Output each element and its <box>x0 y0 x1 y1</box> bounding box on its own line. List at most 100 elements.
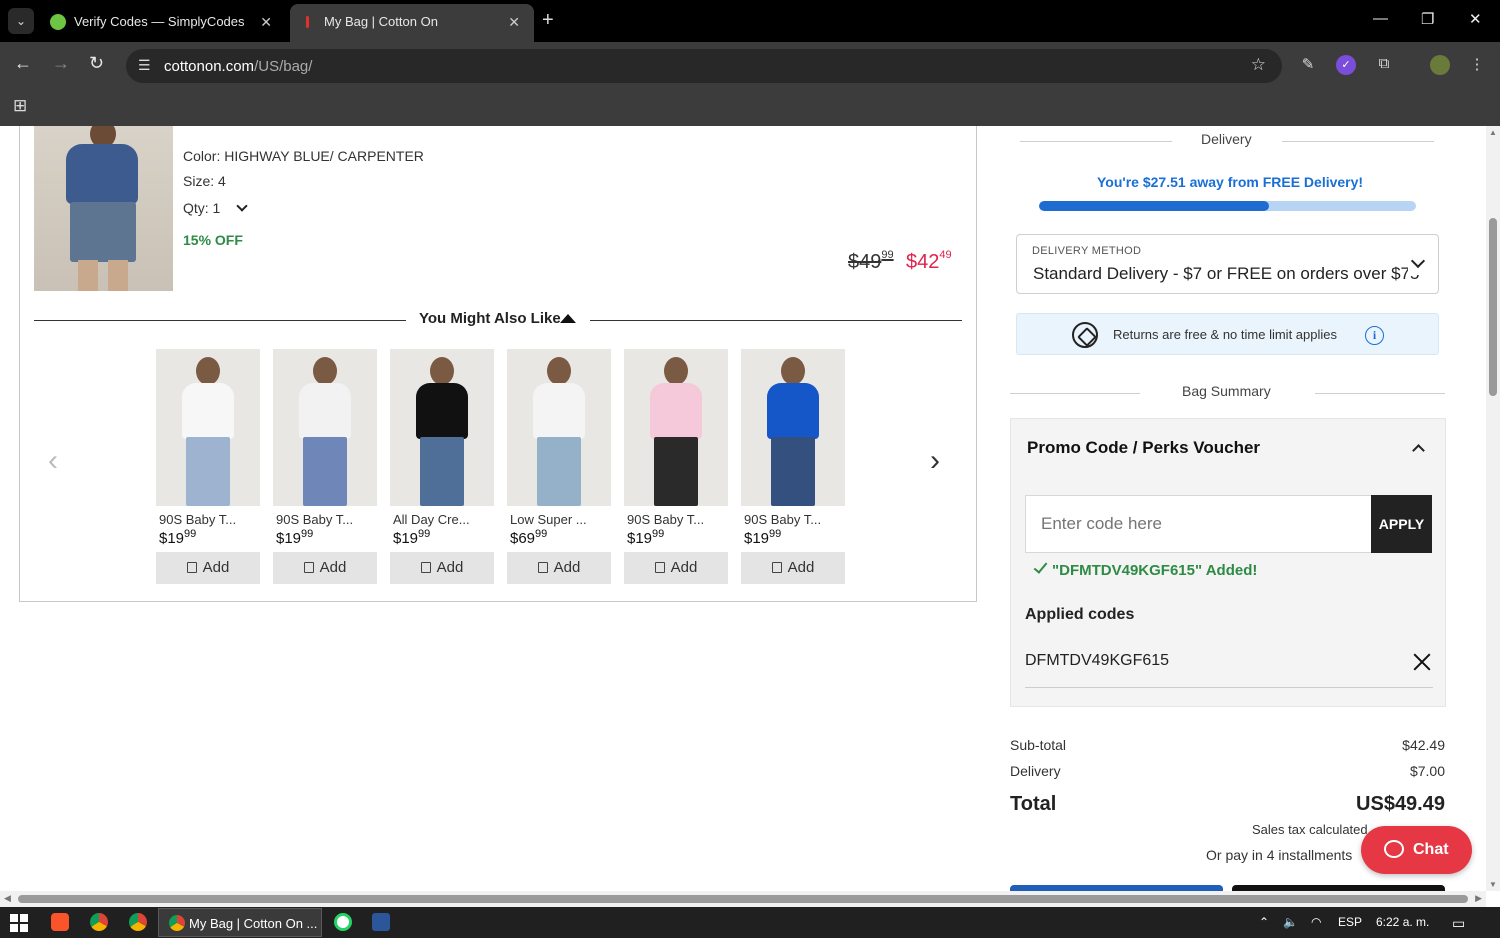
minimize-icon[interactable]: — <box>1373 10 1388 27</box>
discount-badge: 15% OFF <box>183 232 243 248</box>
tab-close-icon[interactable]: ✕ <box>260 4 272 40</box>
subtotal-value: $42.49 <box>1402 737 1445 753</box>
quantity-selector[interactable]: Qty: 1 <box>183 200 248 216</box>
tab-my-bag[interactable]: My Bag | Cotton On ✕ <box>290 4 534 42</box>
shopping-bag-icon <box>771 562 782 573</box>
recommendation-item[interactable]: 90S Baby T... $1999 Add <box>624 349 728 584</box>
taskbar-window-title: My Bag | Cotton On ... <box>189 916 318 931</box>
window-close-icon[interactable]: ✕ <box>1469 10 1482 28</box>
horizontal-scrollbar[interactable]: ◀ ▶ <box>0 891 1486 907</box>
recommendation-name[interactable]: 90S Baby T... <box>276 512 353 527</box>
tab-verify-codes[interactable]: Verify Codes — SimplyCodes ✕ <box>40 4 286 42</box>
browser-menu-icon[interactable]: ⋮ <box>1467 55 1487 75</box>
language-indicator[interactable]: ESP <box>1338 915 1362 929</box>
scrollbar-thumb[interactable] <box>1489 218 1497 396</box>
bookmark-star-icon[interactable]: ☆ <box>1251 55 1266 75</box>
address-bar[interactable]: ☰ cottonon.com/US/bag/ ☆ <box>126 49 1282 83</box>
promo-title[interactable]: Promo Code / Perks Voucher <box>1027 438 1260 458</box>
recommendation-name[interactable]: All Day Cre... <box>393 512 470 527</box>
clock[interactable]: 6:22 a. m. <box>1376 915 1429 929</box>
add-to-bag-button[interactable]: Add <box>273 552 377 584</box>
recommendation-item[interactable]: Low Super ... $6999 Add <box>507 349 611 584</box>
tab-title: My Bag | Cotton On <box>324 14 438 29</box>
original-price: $4999 <box>848 249 894 273</box>
recommendation-item[interactable]: 90S Baby T... $1999 Add <box>741 349 845 584</box>
recommendations-title[interactable]: You Might Also Like <box>419 310 561 327</box>
recommendation-image[interactable] <box>156 349 260 506</box>
tab-search-icon[interactable]: ⌄ <box>8 8 34 34</box>
extension-icon[interactable]: ✎ <box>1298 55 1318 75</box>
chevron-up-icon[interactable] <box>1412 444 1425 457</box>
recommendation-image[interactable] <box>741 349 845 506</box>
add-to-bag-button[interactable]: Add <box>390 552 494 584</box>
remove-code-icon[interactable] <box>1411 651 1433 673</box>
sale-price: $4249 <box>906 249 952 273</box>
carousel-next-icon[interactable]: › <box>930 444 940 478</box>
chevron-down-icon[interactable] <box>236 200 248 212</box>
recommendation-image[interactable] <box>390 349 494 506</box>
vertical-scrollbar[interactable]: ▲ ▼ <box>1486 126 1500 891</box>
recommendation-name[interactable]: Low Super ... <box>510 512 587 527</box>
chat-button[interactable]: Chat <box>1361 826 1472 874</box>
brave-icon[interactable] <box>51 913 69 931</box>
extension-icon[interactable]: ✓ <box>1336 55 1356 75</box>
profile-avatar[interactable] <box>1430 55 1450 75</box>
recommendation-item[interactable]: All Day Cre... $1999 Add <box>390 349 494 584</box>
scroll-up-icon[interactable]: ▲ <box>1489 128 1497 137</box>
scroll-right-icon[interactable]: ▶ <box>1475 893 1482 904</box>
promo-code-input[interactable] <box>1025 495 1371 553</box>
add-to-bag-button[interactable]: Add <box>507 552 611 584</box>
taskbar-active-window[interactable]: My Bag | Cotton On ... <box>158 908 322 937</box>
recommendation-price: $1999 <box>627 528 665 547</box>
windows-start-icon[interactable] <box>10 914 28 932</box>
scroll-left-icon[interactable]: ◀ <box>4 893 11 904</box>
applied-codes-title: Applied codes <box>1025 606 1135 623</box>
back-icon[interactable]: ← <box>14 53 32 74</box>
restore-icon[interactable]: ❐ <box>1421 10 1434 28</box>
tray-chevron-up-icon[interactable]: ⌃ <box>1259 915 1269 929</box>
delivery-label: Delivery <box>1010 763 1061 779</box>
whatsapp-icon[interactable] <box>334 913 352 931</box>
volume-icon[interactable]: 🔈 <box>1283 915 1298 929</box>
apps-grid-icon[interactable]: ⊞ <box>13 96 27 116</box>
recommendation-image[interactable] <box>624 349 728 506</box>
extensions-puzzle-icon[interactable]: ⧉ <box>1374 55 1394 75</box>
add-to-bag-button[interactable]: Add <box>156 552 260 584</box>
recommendation-item[interactable]: 90S Baby T... $1999 Add <box>273 349 377 584</box>
recommendation-price: $6999 <box>510 528 548 547</box>
notifications-icon[interactable]: ▭ <box>1452 915 1465 932</box>
recommendation-name[interactable]: 90S Baby T... <box>159 512 236 527</box>
carousel-prev-icon[interactable]: ‹ <box>48 444 58 478</box>
recommendation-name[interactable]: 90S Baby T... <box>627 512 704 527</box>
chevron-down-icon[interactable] <box>1408 253 1430 275</box>
forward-icon[interactable]: → <box>52 53 70 74</box>
recommendation-name[interactable]: 90S Baby T... <box>744 512 821 527</box>
chrome-icon[interactable] <box>129 913 147 931</box>
caret-up-icon[interactable] <box>560 314 576 323</box>
total-value: US$49.49 <box>1356 793 1445 815</box>
product-image[interactable] <box>34 126 173 291</box>
page-viewport: Color: HIGHWAY BLUE/ CARPENTER Size: 4 Q… <box>0 126 1486 891</box>
apply-button[interactable]: APPLY <box>1371 495 1432 553</box>
recommendation-price: $1999 <box>276 528 314 547</box>
model-head <box>430 357 454 385</box>
scroll-down-icon[interactable]: ▼ <box>1489 880 1497 889</box>
info-icon[interactable]: i <box>1365 326 1384 345</box>
add-to-bag-button[interactable]: Add <box>741 552 845 584</box>
word-icon[interactable] <box>372 913 390 931</box>
add-to-bag-button[interactable]: Add <box>624 552 728 584</box>
wifi-icon[interactable]: ◠ <box>1311 915 1321 929</box>
scrollbar-thumb[interactable] <box>18 895 1468 903</box>
recommendation-image[interactable] <box>507 349 611 506</box>
reload-icon[interactable]: ↻ <box>89 53 104 74</box>
divider <box>1010 393 1140 394</box>
recommendation-image[interactable] <box>273 349 377 506</box>
new-tab-icon[interactable]: + <box>542 9 554 32</box>
delivery-method-select[interactable]: DELIVERY METHOD Standard Delivery - $7 o… <box>1016 234 1439 294</box>
divider <box>34 320 406 321</box>
recommendation-item[interactable]: 90S Baby T... $1999 Add <box>156 349 260 584</box>
tab-close-icon[interactable]: ✕ <box>508 4 520 40</box>
chrome-icon[interactable] <box>90 913 108 931</box>
model-bottom <box>537 437 581 506</box>
site-info-icon[interactable]: ☰ <box>138 57 151 74</box>
